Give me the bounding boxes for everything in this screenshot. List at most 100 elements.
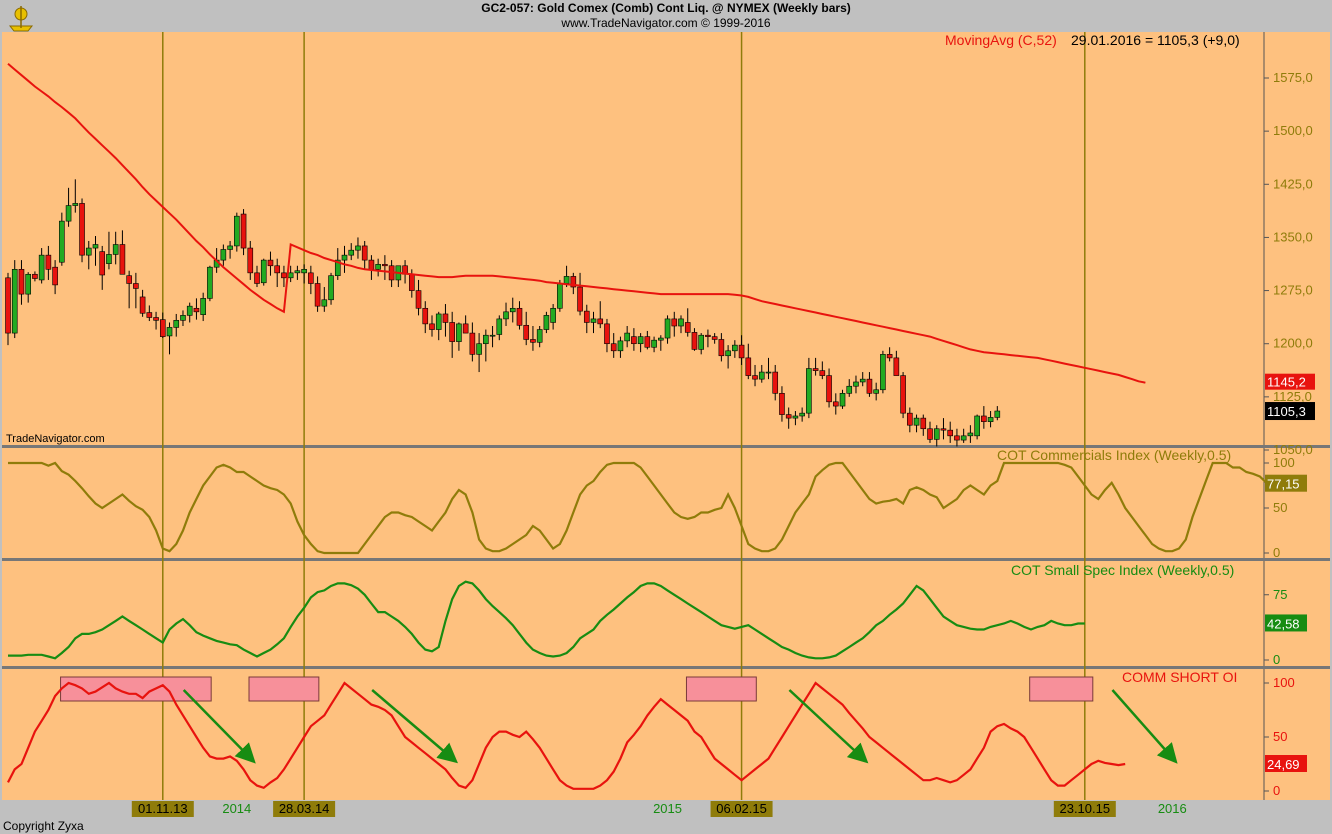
candle-body — [187, 306, 192, 315]
candle-body — [355, 246, 360, 250]
candle-body — [672, 319, 677, 326]
candle-body — [860, 379, 865, 382]
candle-body — [726, 351, 731, 356]
candle-body — [409, 274, 414, 290]
candle-body — [369, 260, 374, 269]
candle — [901, 372, 906, 418]
candle-body — [100, 252, 105, 275]
candle-body — [968, 433, 973, 436]
candle-body — [477, 344, 482, 355]
candle-body — [113, 245, 118, 255]
candle-body — [551, 308, 556, 322]
candle-body — [6, 278, 11, 333]
pane-divider — [2, 558, 1330, 561]
commercials-y-tick-label: 0 — [1273, 545, 1280, 560]
candle-body — [773, 372, 778, 393]
candle-body — [928, 429, 933, 440]
candle-body — [19, 269, 24, 294]
candle-body — [39, 255, 44, 280]
candle-body — [106, 254, 111, 263]
candle-body — [591, 319, 596, 323]
candle-body — [322, 300, 327, 306]
commercials-last-value-label: 77,15 — [1267, 477, 1300, 492]
candle-body — [12, 269, 17, 333]
candle-body — [241, 214, 246, 248]
candle-body — [874, 390, 879, 394]
candle-body — [436, 314, 441, 330]
candle-body — [887, 354, 892, 358]
candle-body — [941, 429, 946, 430]
x-axis-label: 2016 — [1158, 801, 1187, 816]
candle-body — [147, 313, 152, 318]
candle-body — [510, 308, 515, 312]
candle-body — [73, 203, 78, 205]
candle-body — [779, 393, 784, 414]
candle-body — [578, 287, 583, 311]
candle-body — [154, 317, 159, 320]
candle-body — [174, 320, 179, 327]
candle-body — [470, 333, 475, 354]
candle-body — [806, 369, 811, 414]
candle-body — [901, 376, 906, 414]
candle-body — [160, 320, 165, 337]
small-spec-y-tick-label: 75 — [1273, 587, 1287, 602]
commercials-y-tick-label: 100 — [1273, 455, 1295, 470]
candle-body — [463, 324, 468, 333]
candle — [557, 280, 562, 312]
comm-short-legend: COMM SHORT OI — [1122, 669, 1237, 685]
candle-body — [504, 312, 509, 319]
candle-body — [308, 273, 313, 284]
candle-body — [416, 291, 421, 309]
candle-body — [53, 267, 58, 285]
candle-body — [598, 319, 603, 324]
candle-body — [497, 319, 502, 335]
x-axis-label: 2014 — [222, 801, 251, 816]
candle-body — [46, 255, 51, 269]
candle-body — [907, 413, 912, 425]
candle-body — [32, 274, 37, 278]
candle-body — [948, 430, 953, 436]
candle-body — [456, 324, 461, 342]
small-spec-legend: COT Small Spec Index (Weekly,0.5) — [1011, 562, 1234, 578]
candle-body — [880, 354, 885, 389]
candle-body — [867, 379, 872, 393]
ma-legend: MovingAvg (C,52) — [945, 32, 1057, 48]
candle-body — [517, 308, 522, 325]
candle-body — [631, 337, 636, 344]
candle-body — [59, 221, 64, 262]
candle-body — [712, 337, 717, 340]
candle-body — [490, 335, 495, 336]
comm-short-y-tick-label: 100 — [1273, 675, 1295, 690]
x-axis-label: 2015 — [653, 801, 682, 816]
candle-body — [840, 393, 845, 406]
ma-info: 29.01.2016 = 1105,3 (+9,0) — [1071, 32, 1240, 48]
candle-body — [221, 249, 226, 260]
candle-body — [382, 264, 387, 265]
candle-body — [894, 358, 899, 376]
watermark: TradeNavigator.com — [6, 433, 105, 445]
candle-body — [140, 297, 145, 313]
candle — [234, 213, 239, 252]
candle — [880, 351, 885, 394]
candle-body — [934, 429, 939, 440]
candle-body — [450, 322, 455, 341]
candle-body — [652, 340, 657, 347]
candle-body — [537, 330, 542, 343]
candle — [207, 266, 212, 301]
candle-body — [167, 327, 172, 336]
candle-body — [813, 369, 818, 371]
candle-body — [739, 345, 744, 358]
candle-body — [423, 308, 428, 324]
candle-body — [93, 245, 98, 249]
price-y-tick-label: 1500,0 — [1273, 123, 1313, 138]
candle-body — [584, 311, 589, 322]
candle-body — [194, 308, 199, 312]
candle-body — [362, 246, 367, 260]
candle-body — [658, 338, 663, 340]
candle-body — [255, 273, 260, 284]
candle-body — [759, 372, 764, 379]
price-y-tick-label: 1200,0 — [1273, 336, 1313, 351]
candle-body — [281, 273, 286, 278]
candle — [329, 273, 334, 305]
comm-short-highlight-box — [249, 677, 319, 701]
